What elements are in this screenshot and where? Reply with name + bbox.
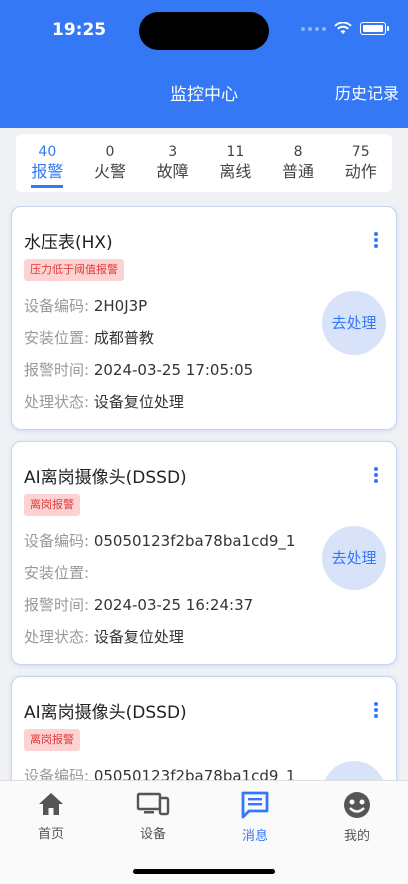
wifi-icon <box>334 22 352 34</box>
alarm-time-value: 2024-03-25 17:05:05 <box>93 361 254 379</box>
location-value: 成都普教 <box>93 329 154 347</box>
device-code-row: 设备编码: 05050123f2ba78ba1cd9_1 <box>24 765 295 780</box>
device-name: AI离岗摄像头(DSSD) <box>24 468 187 488</box>
nav-label: 消息 <box>241 829 268 844</box>
profile-icon <box>344 792 370 818</box>
field-label: 设备编码: <box>24 767 90 780</box>
status-row: 处理状态: 设备复位处理 <box>24 626 184 647</box>
more-options-icon[interactable] <box>374 232 378 248</box>
more-options-icon[interactable] <box>374 467 378 483</box>
tab-normal[interactable]: 8 普通 <box>267 134 330 192</box>
status-value: 设备复位处理 <box>93 393 184 411</box>
signal-icon <box>301 26 326 31</box>
field-label: 处理状态: <box>24 628 90 646</box>
tab-action[interactable]: 75 动作 <box>329 134 392 192</box>
alarm-time-value: 2024-03-25 16:24:37 <box>93 596 254 614</box>
field-label: 设备编码: <box>24 297 90 315</box>
nav-label: 设备 <box>139 827 166 842</box>
field-label: 安装位置: <box>24 564 90 582</box>
nav-message[interactable]: 消息 <box>215 791 295 844</box>
field-label: 报警时间: <box>24 361 90 379</box>
device-code-value: 2H0J3P <box>93 297 148 315</box>
alarm-list[interactable]: 水压表(HX) 压力低于阈值报警 设备编码: 2H0J3P 安装位置: 成都普教… <box>0 206 408 780</box>
home-indicator <box>133 869 275 874</box>
tab-label: 普通 <box>282 162 315 181</box>
process-button[interactable]: 去处理 <box>322 291 386 355</box>
field-label: 报警时间: <box>24 596 90 614</box>
tab-count: 75 <box>351 144 370 160</box>
field-label: 设备编码: <box>24 532 90 550</box>
more-options-icon[interactable] <box>374 702 378 718</box>
field-label: 处理状态: <box>24 393 90 411</box>
alarm-card[interactable]: AI离岗摄像头(DSSD) 离岗报警 设备编码: 05050123f2ba78b… <box>11 676 397 780</box>
alarm-card[interactable]: 水压表(HX) 压力低于阈值报警 设备编码: 2H0J3P 安装位置: 成都普教… <box>11 206 397 430</box>
tab-offline[interactable]: 11 离线 <box>204 134 267 192</box>
device-code-value: 05050123f2ba78ba1cd9_1 <box>93 767 296 780</box>
device-name: 水压表(HX) <box>24 233 113 253</box>
tab-label: 故障 <box>156 162 189 181</box>
alarm-type-badge: 离岗报警 <box>24 729 80 751</box>
status-time: 19:25 <box>52 20 107 40</box>
nav-profile[interactable]: 我的 <box>317 791 397 844</box>
tab-label: 火警 <box>94 162 127 181</box>
location-row: 安装位置: 成都普教 <box>24 327 154 348</box>
tab-count: 3 <box>168 144 178 160</box>
header-bar: 19:25 监控中心 历史记录 <box>0 0 408 128</box>
home-icon <box>39 793 63 815</box>
tab-fault[interactable]: 3 故障 <box>141 134 204 192</box>
tab-alarm[interactable]: 40 报警 <box>16 134 79 192</box>
alarm-type-badge: 离岗报警 <box>24 494 80 516</box>
device-name: AI离岗摄像头(DSSD) <box>24 703 187 723</box>
nav-home[interactable]: 首页 <box>11 791 91 842</box>
device-code-value: 05050123f2ba78ba1cd9_1 <box>93 532 296 550</box>
tab-count: 8 <box>293 144 303 160</box>
device-code-row: 设备编码: 05050123f2ba78ba1cd9_1 <box>24 530 295 551</box>
process-button[interactable]: 去处理 <box>322 761 386 780</box>
tab-count: 40 <box>38 144 57 160</box>
nav-label: 首页 <box>37 827 64 842</box>
tab-count: 0 <box>105 144 115 160</box>
category-tabs: 40 报警 0 火警 3 故障 11 离线 8 普通 75 动作 <box>16 134 392 192</box>
battery-icon <box>360 22 389 35</box>
field-label: 安装位置: <box>24 329 90 347</box>
status-row: 处理状态: 设备复位处理 <box>24 391 184 412</box>
tab-count: 11 <box>226 144 245 160</box>
tab-label: 动作 <box>344 162 377 181</box>
process-button[interactable]: 去处理 <box>322 526 386 590</box>
nav-label: 我的 <box>343 829 370 844</box>
device-icon <box>136 792 170 816</box>
nav-device[interactable]: 设备 <box>113 791 193 842</box>
status-icons <box>301 22 389 35</box>
history-button[interactable]: 历史记录 <box>335 80 399 104</box>
tab-label: 报警 <box>31 162 64 188</box>
alarm-type-badge: 压力低于阈值报警 <box>24 259 124 281</box>
alarm-card[interactable]: AI离岗摄像头(DSSD) 离岗报警 设备编码: 05050123f2ba78b… <box>11 441 397 665</box>
alarm-time-row: 报警时间: 2024-03-25 17:05:05 <box>24 359 253 380</box>
message-icon <box>241 791 269 819</box>
alarm-time-row: 报警时间: 2024-03-25 16:24:37 <box>24 594 253 615</box>
tab-fire[interactable]: 0 火警 <box>79 134 142 192</box>
dynamic-island <box>139 12 269 50</box>
tab-label: 离线 <box>219 162 252 181</box>
device-code-row: 设备编码: 2H0J3P <box>24 295 147 316</box>
location-row: 安装位置: <box>24 562 89 583</box>
status-value: 设备复位处理 <box>93 628 184 646</box>
